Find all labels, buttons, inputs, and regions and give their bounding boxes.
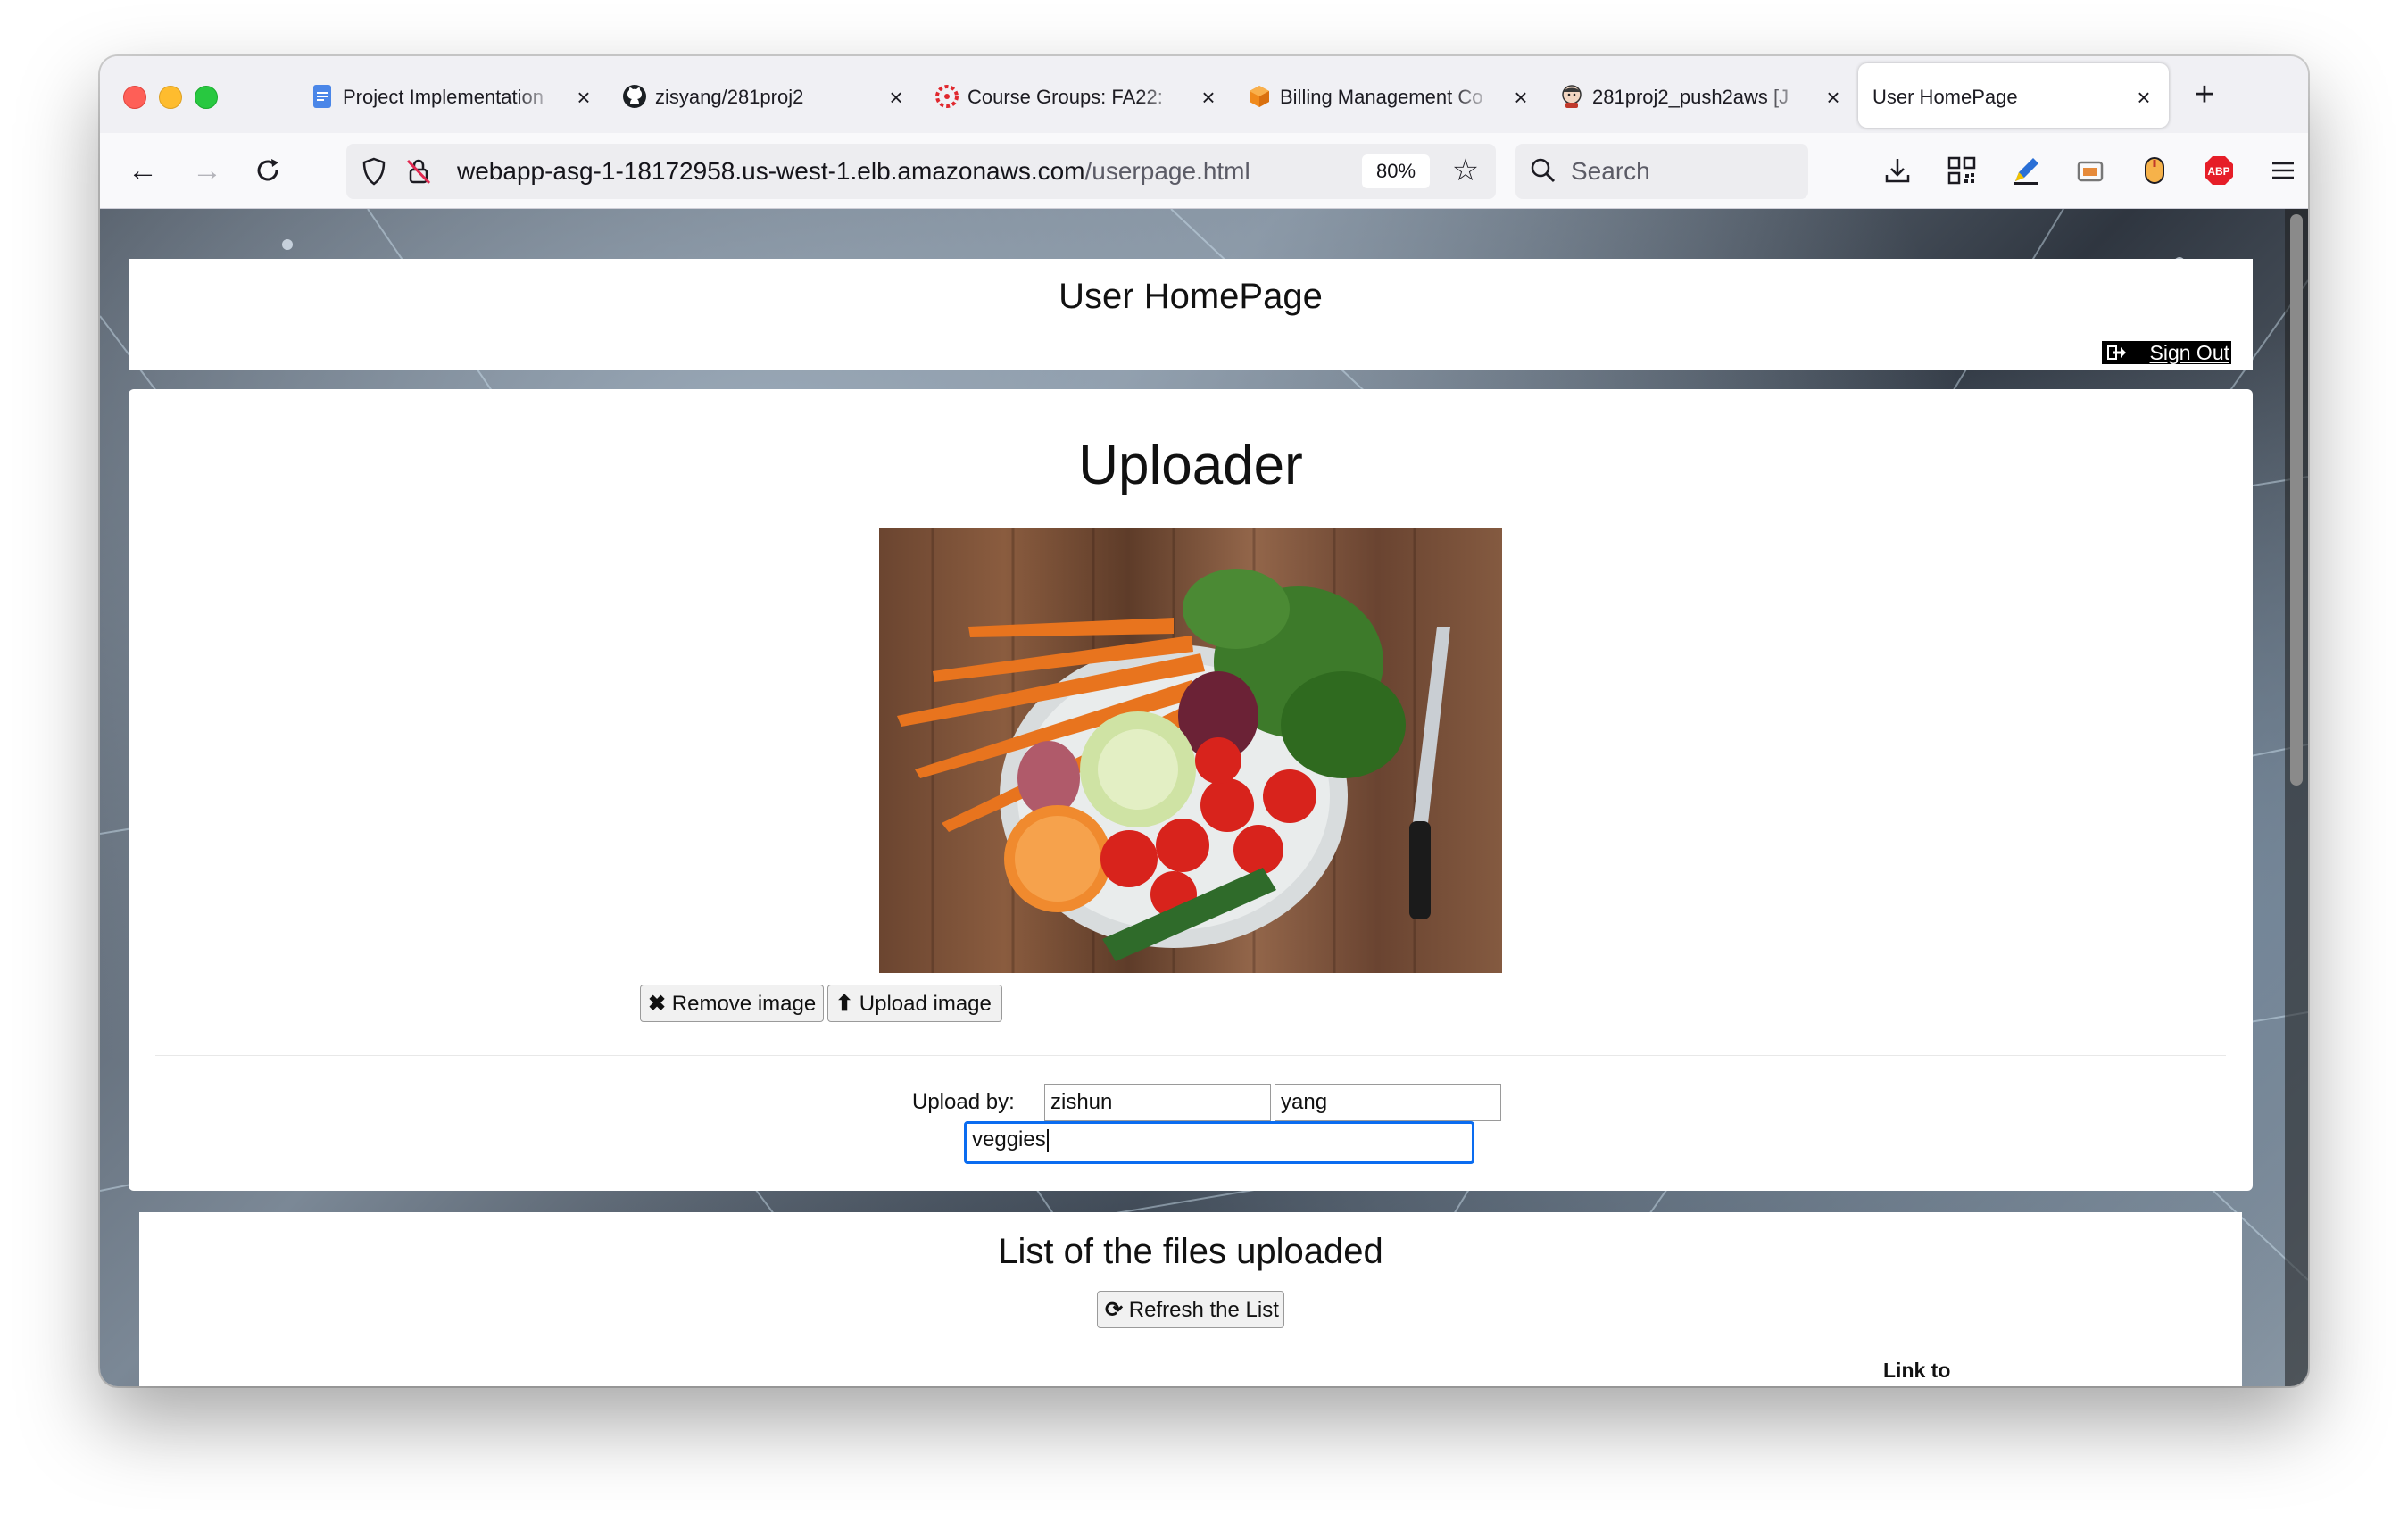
jenkins-icon [1562, 85, 1582, 108]
page-scrollbar[interactable] [2285, 209, 2308, 1386]
close-tab-icon[interactable]: × [1196, 85, 1221, 110]
search-placeholder: Search [1571, 157, 1650, 185]
aws-billing-icon [1250, 86, 1269, 107]
close-tab-icon[interactable]: × [1508, 85, 1533, 110]
upload-by-label: Upload by: [912, 1090, 1015, 1114]
tab-title: User HomePage [1872, 86, 2018, 108]
remove-icon: ✖ [648, 992, 667, 1016]
tab-project-implementation[interactable]: Project Implementation × [296, 63, 609, 128]
tab-title: Project Implementation [343, 86, 544, 108]
upload-image-button[interactable]: ⬆ Upload image [827, 985, 1002, 1022]
close-tab-icon[interactable]: × [1821, 85, 1846, 110]
zoom-indicator[interactable]: 80% [1362, 154, 1430, 188]
sign-out-icon [2106, 345, 2126, 360]
last-name-field[interactable]: yang [1275, 1084, 1501, 1121]
url-path: /userpage.html [1084, 157, 1250, 185]
search-bar[interactable]: Search [1515, 144, 1808, 199]
tracking-protection-shield-icon[interactable] [359, 156, 389, 187]
scrollbar-thumb[interactable] [2290, 214, 2303, 786]
svg-text:ABP: ABP [2207, 165, 2229, 178]
upload-image-label: Upload image [859, 992, 992, 1016]
tab-title: Course Groups: FA22: [967, 86, 1163, 108]
uploaded-image-preview [879, 528, 1502, 973]
minimize-window-button[interactable] [159, 86, 182, 109]
tab-course-groups[interactable]: Course Groups: FA22: × [921, 63, 1233, 128]
url-bar[interactable]: webapp-asg-1-18172958.us-west-1.elb.amaz… [346, 144, 1496, 199]
upload-icon: ⬆ [835, 992, 854, 1016]
close-window-button[interactable] [123, 86, 146, 109]
uploader-title: Uploader [1078, 435, 1303, 496]
hamburger-menu-icon[interactable] [2263, 151, 2303, 190]
page-header-title: User HomePage [1059, 277, 1323, 316]
tab-user-homepage[interactable]: User HomePage × [1858, 63, 2169, 128]
url-text[interactable]: webapp-asg-1-18172958.us-west-1.elb.amaz… [457, 157, 1250, 186]
pen-extension-icon[interactable] [2006, 151, 2046, 190]
reload-icon[interactable] [252, 154, 284, 187]
nav-toolbar: ← → webapp-asg-1-18172958.us-west-1.elb.… [100, 133, 2308, 209]
screenshot-extension-icon[interactable] [2071, 151, 2110, 190]
zoom-window-button[interactable] [195, 86, 218, 109]
close-tab-icon[interactable]: × [884, 85, 909, 110]
page-viewport: User HomePage Sign Out Uploader ✖ Remove… [100, 209, 2308, 1386]
insecure-lock-icon[interactable] [403, 156, 434, 187]
tab-jenkins[interactable]: 281proj2_push2aws [J × [1546, 63, 1858, 128]
forward-button[interactable]: → [187, 151, 227, 190]
header-panel: User HomePage Sign Out [129, 259, 2253, 370]
first-name-field[interactable]: zishun [1044, 1084, 1271, 1121]
tab-github[interactable]: zisyang/281proj2 × [609, 63, 921, 128]
bookmark-star-icon[interactable]: ☆ [1448, 153, 1483, 188]
file-list-panel: List of the files uploaded ⟳ Refresh the… [139, 1212, 2242, 1386]
uploader-panel: Uploader ✖ Remove image ⬆ Upload image U… [129, 389, 2253, 1191]
refresh-list-label: Refresh the List [1128, 1298, 1279, 1322]
tab-title: zisyang/281proj2 [655, 86, 804, 108]
description-field[interactable]: veggies [964, 1121, 1474, 1164]
mouse-extension-icon[interactable] [2135, 151, 2174, 190]
adblock-plus-icon[interactable]: ABP [2199, 151, 2238, 190]
sign-out-label: Sign Out [2149, 341, 2230, 364]
browser-window: Project Implementation × zisyang/281proj… [100, 56, 2308, 1386]
tab-title: Billing Management Co [1280, 86, 1483, 108]
close-tab-icon[interactable]: × [571, 85, 596, 110]
github-icon [623, 85, 646, 108]
qr-code-icon[interactable] [1942, 151, 1981, 190]
file-list-title: List of the files uploaded [998, 1232, 1383, 1271]
course-groups-icon [935, 85, 959, 108]
tab-billing-management[interactable]: Billing Management Co × [1233, 63, 1546, 128]
remove-image-label: Remove image [671, 992, 817, 1016]
text-cursor [1046, 1128, 1049, 1152]
refresh-list-button[interactable]: ⟳ Refresh the List [1097, 1291, 1284, 1328]
url-host: webapp-asg-1-18172958.us-west-1.elb.amaz… [457, 157, 1085, 185]
back-button[interactable]: ← [123, 151, 162, 190]
column-header-link: Link to [1883, 1359, 1951, 1382]
tab-title: 281proj2_push2aws [J [1592, 86, 1789, 108]
remove-image-button[interactable]: ✖ Remove image [640, 985, 824, 1022]
sign-out-button[interactable]: Sign Out [2101, 341, 2231, 364]
description-value: veggies [972, 1127, 1046, 1152]
close-tab-icon[interactable]: × [2131, 85, 2156, 110]
downloads-icon[interactable] [1878, 151, 1917, 190]
tab-strip: Project Implementation × zisyang/281proj… [100, 56, 2308, 133]
refresh-icon: ⟳ [1105, 1298, 1124, 1322]
google-docs-icon [313, 85, 331, 108]
search-icon [1531, 158, 1556, 183]
section-divider [155, 1055, 2226, 1056]
new-tab-button[interactable]: + [2188, 78, 2221, 112]
